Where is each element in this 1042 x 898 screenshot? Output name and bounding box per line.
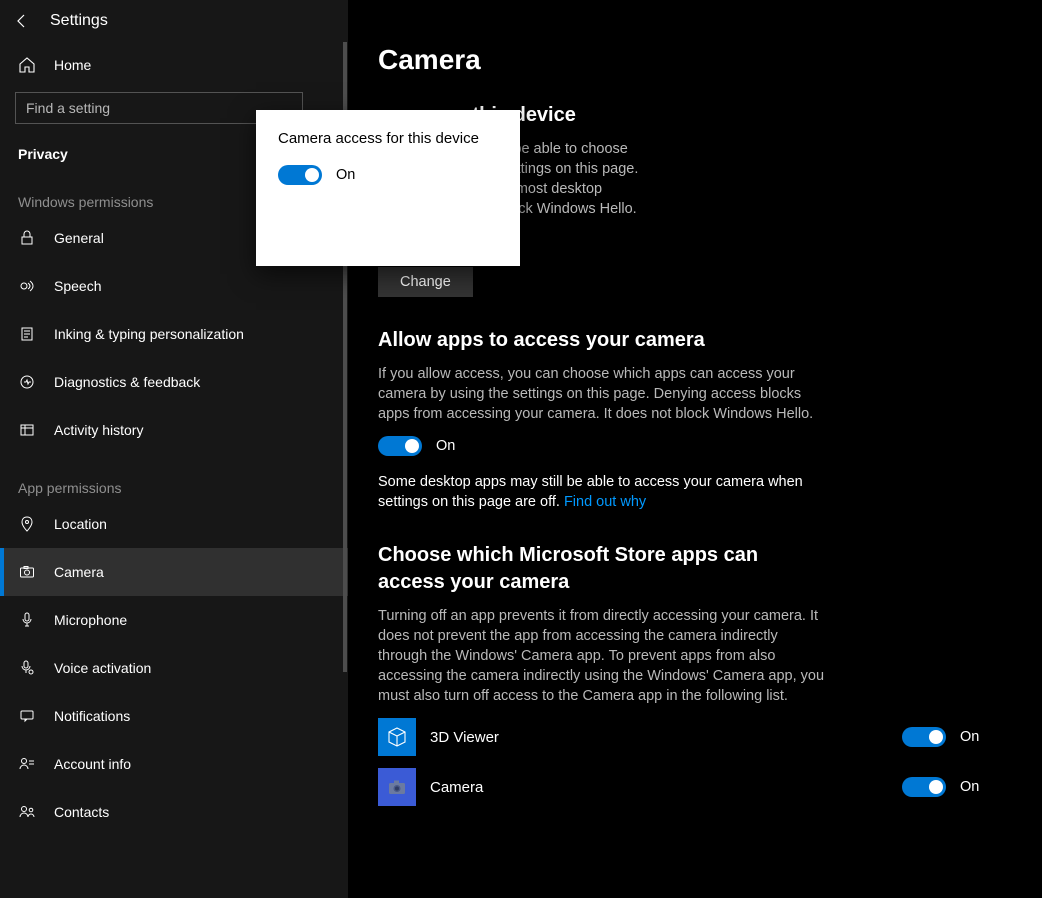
app-name: 3D Viewer [430,729,888,746]
popup-title: Camera access for this device [278,130,498,147]
sidebar-item-voice[interactable]: Voice activation [0,644,348,692]
change-button[interactable]: Change [378,267,473,297]
sidebar-item-inking[interactable]: Inking & typing personalization [0,310,348,358]
history-icon [18,422,36,438]
camera-icon [18,564,36,580]
app-tile-3dviewer-icon [378,718,416,756]
app-toggle-3dviewer[interactable] [902,727,946,747]
sidebar-item-diagnostics[interactable]: Diagnostics & feedback [0,358,348,406]
notifications-icon [18,708,36,724]
section3-heading: Choose which Microsoft Store apps can ac… [378,542,828,596]
microphone-icon [18,612,36,628]
section2-note: Some desktop apps may still be able to a… [378,472,828,512]
camera-access-popup: Camera access for this device On [256,110,520,266]
sidebar-item-activity[interactable]: Activity history [0,406,348,454]
back-button[interactable] [14,13,50,29]
contacts-icon [18,804,36,820]
allow-apps-toggle-label: On [436,438,455,454]
clipboard-icon [18,326,36,342]
speech-icon [18,278,36,294]
sidebar-item-location[interactable]: Location [0,500,348,548]
app-tile-camera-icon [378,768,416,806]
lock-icon [18,230,36,246]
voice-icon [18,660,36,676]
group-label-app-permissions: App permissions [0,454,348,500]
window-title: Settings [50,12,108,30]
app-row-camera: Camera On [378,768,1012,806]
sidebar-item-account[interactable]: Account info [0,740,348,788]
page-title: Camera [378,44,1012,76]
app-name: Camera [430,779,888,796]
popup-toggle-label: On [336,167,355,183]
section2-desc: If you allow access, you can choose whic… [378,364,828,424]
sidebar-item-microphone[interactable]: Microphone [0,596,348,644]
feedback-icon [18,374,36,390]
section3-desc: Turning off an app prevents it from dire… [378,606,828,706]
home-icon [18,56,36,74]
home-label: Home [54,57,91,73]
sidebar-item-camera[interactable]: Camera [0,548,348,596]
find-out-why-link[interactable]: Find out why [564,494,646,510]
sidebar-item-contacts[interactable]: Contacts [0,788,348,836]
allow-apps-toggle[interactable] [378,436,422,456]
app-toggle-camera[interactable] [902,777,946,797]
app-row-3dviewer: 3D Viewer On [378,718,1012,756]
popup-toggle[interactable] [278,165,322,185]
sidebar-item-home[interactable]: Home [0,42,348,88]
section2-heading: Allow apps to access your camera [378,327,828,354]
location-icon [18,516,36,532]
sidebar-item-speech[interactable]: Speech [0,262,348,310]
sidebar-item-notifications[interactable]: Notifications [0,692,348,740]
account-icon [18,756,36,772]
